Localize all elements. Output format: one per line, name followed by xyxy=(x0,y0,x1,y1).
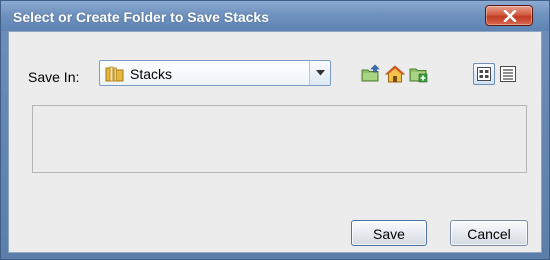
new-folder-button[interactable] xyxy=(409,64,429,84)
cancel-button[interactable]: Cancel xyxy=(450,220,528,246)
folder-contents-list[interactable] xyxy=(32,105,527,173)
chevron-down-icon xyxy=(316,70,325,76)
up-one-level-button[interactable] xyxy=(361,64,381,84)
icon-view-button[interactable] xyxy=(473,63,495,85)
save-stacks-dialog: Select or Create Folder to Save Stacks S… xyxy=(0,0,550,260)
save-in-folder-select[interactable]: Stacks xyxy=(99,60,331,86)
title-bar[interactable]: Select or Create Folder to Save Stacks xyxy=(1,1,549,31)
list-view-icon xyxy=(500,66,516,82)
folder-icon xyxy=(105,66,124,82)
close-icon xyxy=(503,10,517,22)
save-button[interactable]: Save xyxy=(351,220,427,246)
selected-folder-name: Stacks xyxy=(130,66,173,82)
dropdown-button[interactable] xyxy=(309,61,330,85)
new-folder-icon xyxy=(409,68,428,83)
close-button[interactable] xyxy=(485,5,533,26)
icon-view-icon xyxy=(477,67,491,81)
list-view-button[interactable] xyxy=(497,63,519,85)
dialog-content: Save In: Stacks Save Cancel xyxy=(8,31,542,253)
save-in-label: Save In: xyxy=(28,69,80,85)
up-one-level-icon xyxy=(361,64,380,82)
home-button[interactable] xyxy=(384,64,406,84)
home-icon xyxy=(384,65,406,83)
dialog-title: Select or Create Folder to Save Stacks xyxy=(13,9,269,25)
